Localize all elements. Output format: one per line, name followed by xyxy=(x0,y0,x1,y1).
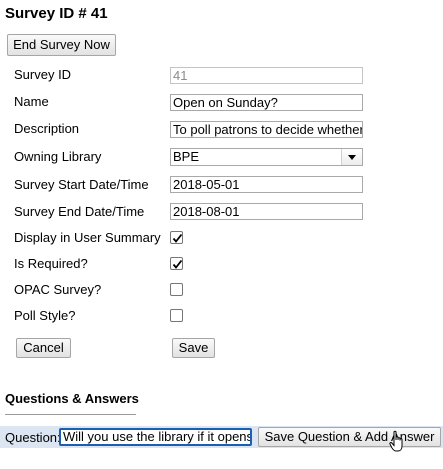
page-title: Survey ID # 41 xyxy=(5,5,108,22)
questions-section-title: Questions & Answers xyxy=(5,391,139,406)
chevron-down-icon[interactable] xyxy=(341,149,362,165)
opac-survey-label: OPAC Survey? xyxy=(14,282,102,297)
start-date-label: Survey Start Date/Time xyxy=(14,177,149,192)
check-icon xyxy=(172,259,183,269)
save-question-add-answer-button[interactable]: Save Question & Add Answer xyxy=(258,427,441,447)
opac-survey-checkbox[interactable] xyxy=(170,283,183,296)
section-divider xyxy=(5,414,136,415)
save-button[interactable]: Save xyxy=(172,338,215,358)
end-date-field[interactable]: 2018-08-01 xyxy=(170,203,363,220)
owning-library-value: BPE xyxy=(173,149,200,164)
name-label: Name xyxy=(14,94,49,109)
display-summary-label: Display in User Summary xyxy=(14,230,161,245)
poll-style-checkbox[interactable] xyxy=(170,309,183,322)
owning-library-select[interactable]: BPE xyxy=(170,148,363,166)
owning-library-label: Owning Library xyxy=(14,149,102,164)
check-icon xyxy=(172,233,183,243)
start-date-field[interactable]: 2018-05-01 xyxy=(170,176,363,193)
end-survey-button[interactable]: End Survey Now xyxy=(7,34,116,56)
question-label: Question: xyxy=(5,430,61,445)
name-field[interactable]: Open on Sunday? xyxy=(170,94,363,111)
poll-style-label: Poll Style? xyxy=(14,308,76,323)
hand-pointer-icon xyxy=(389,430,403,452)
description-label: Description xyxy=(14,121,80,136)
question-input[interactable]: Will you use the library if it opens xyxy=(59,428,252,446)
is-required-checkbox[interactable] xyxy=(170,257,183,270)
survey-id-field: 41 xyxy=(170,67,363,84)
display-summary-checkbox[interactable] xyxy=(170,231,183,244)
description-field[interactable]: To poll patrons to decide whether xyxy=(170,121,363,138)
survey-id-label: Survey ID xyxy=(14,67,72,82)
cancel-button[interactable]: Cancel xyxy=(16,338,71,358)
is-required-label: Is Required? xyxy=(14,256,88,271)
end-date-label: Survey End Date/Time xyxy=(14,204,145,219)
